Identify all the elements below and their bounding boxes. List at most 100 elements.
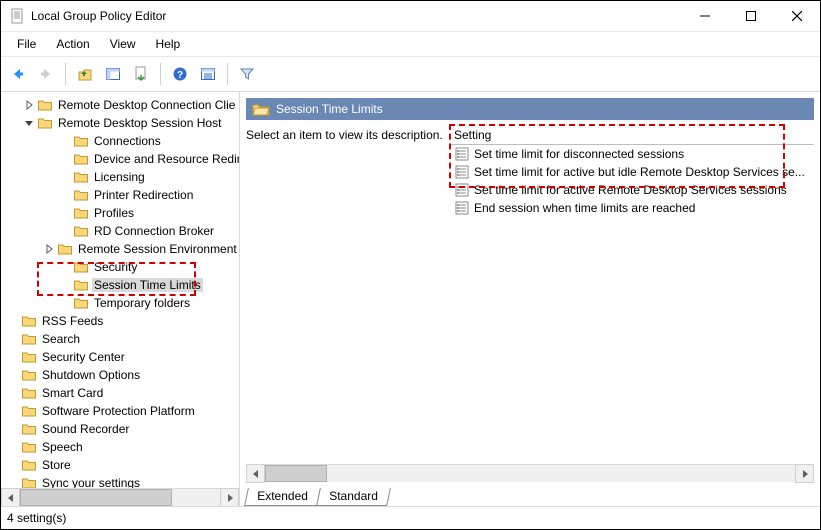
folder-icon xyxy=(73,169,89,185)
tree-item[interactable]: Software Protection Platform xyxy=(1,402,239,420)
tree-item-label: Remote Session Environment xyxy=(76,242,239,256)
tree-item[interactable]: Security Center xyxy=(1,348,239,366)
maximize-button[interactable] xyxy=(728,1,774,31)
folder-icon xyxy=(73,187,89,203)
tree-item[interactable]: Store xyxy=(1,456,239,474)
app-window: Local Group Policy Editor File Action Vi… xyxy=(0,0,821,530)
tree-item-label: Licensing xyxy=(92,170,147,184)
setting-item[interactable]: Set time limit for disconnected sessions xyxy=(450,145,814,163)
menu-action[interactable]: Action xyxy=(46,35,99,53)
tab-extended[interactable]: Extended xyxy=(244,488,321,506)
back-button[interactable] xyxy=(5,61,31,87)
scroll-left-icon[interactable] xyxy=(1,488,20,506)
tree-item[interactable]: Security xyxy=(1,258,239,276)
filter-button[interactable] xyxy=(234,61,260,87)
view-tabs: Extended Standard xyxy=(240,484,820,506)
tree-item[interactable]: Remote Desktop Session Host xyxy=(1,114,239,132)
tree-item-label: Device and Resource Redirecti xyxy=(92,152,239,166)
folder-icon xyxy=(21,457,37,473)
tree-item-label: Sync your settings xyxy=(40,476,142,488)
menubar: File Action View Help xyxy=(1,32,820,57)
folder-icon xyxy=(57,241,73,257)
svg-text:?: ? xyxy=(177,70,183,81)
export-button[interactable] xyxy=(128,61,154,87)
tree-item[interactable]: RD Connection Broker xyxy=(1,222,239,240)
details-pane: Session Time Limits Select an item to vi… xyxy=(240,92,820,506)
settings-column: Setting Set time limit for disconnected … xyxy=(450,128,814,460)
menu-file[interactable]: File xyxy=(7,35,46,53)
tree-horizontal-scrollbar[interactable] xyxy=(1,488,239,506)
policy-icon xyxy=(454,200,470,216)
folder-icon xyxy=(73,133,89,149)
chevron-right-icon[interactable] xyxy=(21,100,37,110)
details-button[interactable] xyxy=(195,61,221,87)
tree-item[interactable]: Shutdown Options xyxy=(1,366,239,384)
details-horizontal-scrollbar[interactable] xyxy=(246,464,814,482)
tree-item-label: Software Protection Platform xyxy=(40,404,197,418)
tree-item-label: Temporary folders xyxy=(92,296,192,310)
tree-item[interactable]: Speech xyxy=(1,438,239,456)
tree-item-label: Printer Redirection xyxy=(92,188,195,202)
tree-item[interactable]: Session Time Limits xyxy=(1,276,239,294)
setting-label: Set time limit for active Remote Desktop… xyxy=(474,183,787,197)
settings-column-header[interactable]: Setting xyxy=(450,128,814,145)
folder-icon xyxy=(21,421,37,437)
tree-item[interactable]: Licensing xyxy=(1,168,239,186)
tree-item[interactable]: Smart Card xyxy=(1,384,239,402)
tree-item[interactable]: Search xyxy=(1,330,239,348)
scroll-left-icon[interactable] xyxy=(246,464,265,483)
toolbar-separator xyxy=(160,63,161,85)
tree-item-label: Search xyxy=(40,332,82,346)
folder-icon xyxy=(21,313,37,329)
setting-item[interactable]: End session when time limits are reached xyxy=(450,199,814,217)
show-hide-tree-button[interactable] xyxy=(100,61,126,87)
settings-list: Set time limit for disconnected sessions… xyxy=(450,145,814,460)
folder-icon xyxy=(21,385,37,401)
forward-button[interactable] xyxy=(33,61,59,87)
menu-view[interactable]: View xyxy=(100,35,146,53)
tree-item-label: Security xyxy=(92,260,139,274)
folder-icon xyxy=(73,259,89,275)
chevron-right-icon[interactable] xyxy=(41,244,57,254)
folder-icon xyxy=(73,223,89,239)
tree-item[interactable]: RSS Feeds xyxy=(1,312,239,330)
tree-item[interactable]: Remote Desktop Connection Clie xyxy=(1,96,239,114)
setting-label: End session when time limits are reached xyxy=(474,201,695,215)
tree-item[interactable]: Temporary folders xyxy=(1,294,239,312)
setting-item[interactable]: Set time limit for active but idle Remot… xyxy=(450,163,814,181)
close-button[interactable] xyxy=(774,1,820,31)
menu-help[interactable]: Help xyxy=(146,35,191,53)
tree-item-label: Session Time Limits xyxy=(92,278,203,292)
minimize-button[interactable] xyxy=(682,1,728,31)
tree-item[interactable]: Profiles xyxy=(1,204,239,222)
tree-item-label: Sound Recorder xyxy=(40,422,131,436)
folder-icon xyxy=(73,277,89,293)
scroll-right-icon[interactable] xyxy=(220,488,239,506)
up-button[interactable] xyxy=(72,61,98,87)
policy-icon xyxy=(454,164,470,180)
workarea: Remote Desktop Connection ClieRemote Des… xyxy=(1,92,820,506)
tree-item[interactable]: Sound Recorder xyxy=(1,420,239,438)
folder-icon xyxy=(21,331,37,347)
tree-item[interactable]: Device and Resource Redirecti xyxy=(1,150,239,168)
help-button[interactable]: ? xyxy=(167,61,193,87)
folder-icon xyxy=(37,97,53,113)
tree-item[interactable]: Printer Redirection xyxy=(1,186,239,204)
tab-standard[interactable]: Standard xyxy=(316,488,391,506)
tree-item[interactable]: Remote Session Environment xyxy=(1,240,239,258)
description-text: Select an item to view its description. xyxy=(246,128,450,460)
tree-item-label: Store xyxy=(40,458,73,472)
scroll-right-icon[interactable] xyxy=(795,464,814,483)
policy-icon xyxy=(454,146,470,162)
tree-item-label: Profiles xyxy=(92,206,136,220)
tree-item[interactable]: Connections xyxy=(1,132,239,150)
setting-item[interactable]: Set time limit for active Remote Desktop… xyxy=(450,181,814,199)
toolbar-separator xyxy=(65,63,66,85)
toolbar-separator xyxy=(227,63,228,85)
policy-tree[interactable]: Remote Desktop Connection ClieRemote Des… xyxy=(1,92,239,488)
tree-item-label: RSS Feeds xyxy=(40,314,105,328)
folder-icon xyxy=(21,475,37,488)
chevron-down-icon[interactable] xyxy=(21,118,37,128)
tree-item[interactable]: Sync your settings xyxy=(1,474,239,488)
tree-item-label: Smart Card xyxy=(40,386,105,400)
